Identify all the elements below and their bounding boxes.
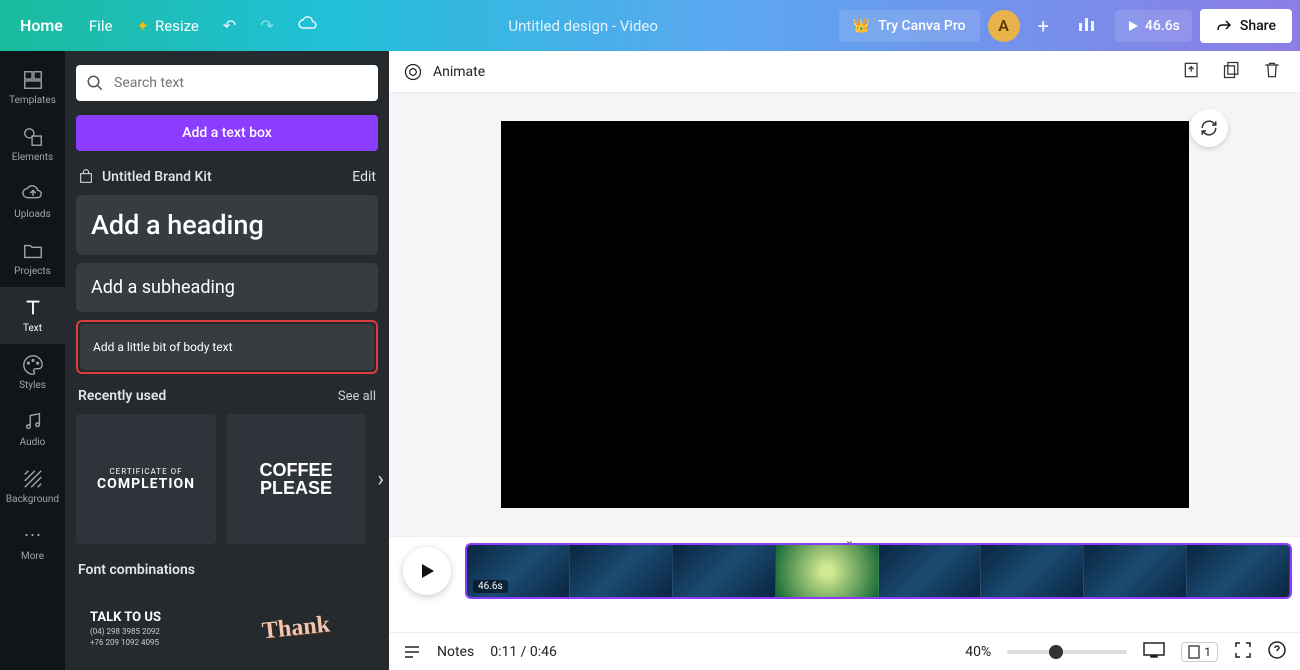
share-button[interactable]: Share xyxy=(1200,9,1292,43)
side-rail: Templates Elements Uploads Projects Text… xyxy=(0,51,65,670)
timeline-clip[interactable] xyxy=(673,545,776,597)
play-button[interactable] xyxy=(403,547,451,595)
uploads-icon xyxy=(22,183,44,205)
design-title[interactable]: Untitled design - Video xyxy=(328,17,839,35)
resize-button[interactable]: ✦ Resize xyxy=(126,9,208,43)
font-combinations-title: Font combinations xyxy=(78,562,376,578)
elements-icon xyxy=(22,126,44,148)
timeline-clip[interactable] xyxy=(1084,545,1187,597)
timeline-clip[interactable] xyxy=(1187,545,1290,597)
home-link[interactable]: Home xyxy=(8,8,75,43)
file-menu[interactable]: File xyxy=(79,9,123,43)
text-icon xyxy=(22,297,44,319)
share-icon xyxy=(1216,19,1232,33)
brand-kit-icon xyxy=(78,169,94,185)
notes-icon xyxy=(403,645,421,659)
crown-icon: 👑 xyxy=(853,18,870,34)
timeline-clip[interactable]: 46.6s xyxy=(467,545,570,597)
add-text-box-button[interactable]: Add a text box xyxy=(76,115,378,151)
duplicate-page-icon[interactable] xyxy=(1218,56,1246,88)
rail-elements[interactable]: Elements xyxy=(0,116,65,173)
text-panel: Add a text box Untitled Brand Kit Edit A… xyxy=(65,51,389,670)
timeline-clip-track[interactable]: ▼ 46.6s xyxy=(465,543,1292,599)
zoom-slider[interactable] xyxy=(1007,650,1127,654)
rail-text[interactable]: Text xyxy=(0,287,65,344)
text-template-thumb[interactable]: CERTIFICATE OF COMPLETION xyxy=(76,414,216,544)
rail-uploads[interactable]: Uploads xyxy=(0,173,65,230)
timeline-clip[interactable] xyxy=(879,545,982,597)
see-all-link[interactable]: See all xyxy=(338,389,376,404)
font-combo-thumb[interactable]: TALK TO US (04) 298 3985 2092 +76 209 10… xyxy=(76,588,216,668)
rail-audio[interactable]: Audio xyxy=(0,401,65,458)
duration-label: 46.6s xyxy=(1145,18,1180,34)
add-subheading-button[interactable]: Add a subheading xyxy=(76,263,378,312)
text-template-thumb[interactable]: COFFEE PLEASE xyxy=(226,414,366,544)
recently-used-title: Recently used xyxy=(78,388,166,404)
avatar[interactable]: A xyxy=(988,10,1020,42)
edit-brand-kit-link[interactable]: Edit xyxy=(352,169,376,185)
more-icon: ⋯ xyxy=(22,525,44,547)
try-canva-pro-button[interactable]: 👑 Try Canva Pro xyxy=(839,10,980,42)
crown-icon: ✦ xyxy=(136,17,149,35)
font-combo-thumb[interactable]: Thank xyxy=(226,588,366,668)
brand-kit-label: Untitled Brand Kit xyxy=(78,169,212,185)
background-icon xyxy=(22,468,44,490)
help-icon[interactable] xyxy=(1268,641,1286,663)
insights-icon[interactable] xyxy=(1067,7,1107,45)
timeline-clip[interactable] xyxy=(776,545,879,597)
add-body-text-button[interactable]: Add a little bit of body text xyxy=(80,324,374,370)
fit-screen-icon[interactable] xyxy=(1143,642,1165,662)
zoom-value: 40% xyxy=(965,644,991,660)
fullscreen-icon[interactable] xyxy=(1234,641,1252,663)
page-indicator[interactable]: 1 xyxy=(1181,642,1218,662)
notes-button[interactable]: Notes xyxy=(437,644,474,660)
rail-more[interactable]: ⋯More xyxy=(0,515,65,572)
add-heading-button[interactable]: Add a heading xyxy=(76,195,378,255)
canvas-area: Animate ⌄ ▼ 46.6s xyxy=(389,51,1300,670)
page-icon xyxy=(1188,645,1200,659)
redo-icon[interactable]: ↷ xyxy=(250,8,283,43)
timeline: ⌄ ▼ 46.6s xyxy=(389,536,1300,632)
play-icon xyxy=(1127,20,1139,32)
search-input[interactable] xyxy=(114,75,368,91)
play-icon xyxy=(419,563,435,579)
projects-icon xyxy=(22,240,44,262)
timeline-clip[interactable] xyxy=(570,545,673,597)
search-icon xyxy=(86,74,104,92)
animate-button[interactable]: Animate xyxy=(403,62,485,82)
playback-time: 0:11 / 0:46 xyxy=(490,644,557,660)
rail-projects[interactable]: Projects xyxy=(0,230,65,287)
search-input-wrap[interactable] xyxy=(76,65,378,101)
rail-templates[interactable]: Templates xyxy=(0,59,65,116)
chevron-right-icon[interactable]: › xyxy=(377,467,384,492)
templates-icon xyxy=(22,69,44,91)
regenerate-button[interactable] xyxy=(1190,109,1228,147)
refresh-icon xyxy=(1200,119,1218,137)
try-pro-label: Try Canva Pro xyxy=(878,18,965,34)
share-label: Share xyxy=(1240,18,1276,34)
bottom-bar: Notes 0:11 / 0:46 40% 1 xyxy=(389,632,1300,670)
export-page-icon[interactable] xyxy=(1178,56,1206,88)
video-frame[interactable] xyxy=(501,121,1189,508)
undo-icon[interactable]: ↶ xyxy=(213,8,246,43)
add-body-text-highlight: Add a little bit of body text xyxy=(76,320,378,374)
cloud-sync-icon[interactable] xyxy=(288,8,328,44)
zoom-slider-knob[interactable] xyxy=(1049,645,1063,659)
canvas-toolbar: Animate xyxy=(389,51,1300,93)
styles-icon xyxy=(22,354,44,376)
delete-page-icon[interactable] xyxy=(1258,56,1286,88)
resize-label: Resize xyxy=(155,17,199,35)
present-button[interactable]: 46.6s xyxy=(1115,10,1192,42)
top-bar: Home File ✦ Resize ↶ ↷ Untitled design -… xyxy=(0,0,1300,51)
add-member-icon[interactable]: + xyxy=(1028,8,1059,44)
canvas-stage[interactable] xyxy=(389,93,1300,536)
rail-styles[interactable]: Styles xyxy=(0,344,65,401)
animate-icon xyxy=(403,62,423,82)
audio-icon xyxy=(22,411,44,433)
timeline-clip[interactable] xyxy=(981,545,1084,597)
rail-background[interactable]: Background xyxy=(0,458,65,515)
